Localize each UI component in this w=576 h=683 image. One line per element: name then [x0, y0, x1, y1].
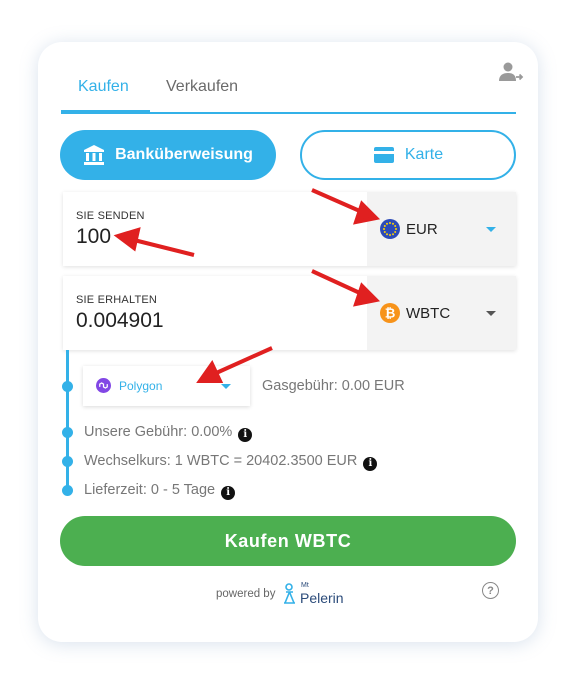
info-icon[interactable]: i — [238, 427, 253, 442]
help-icon[interactable]: ? — [482, 582, 499, 599]
receive-currency-code: WBTC — [406, 304, 451, 322]
send-currency-code: EUR — [406, 220, 438, 238]
rate-row: Wechselkurs: 1 WBTC = 20402.3500 EUR i — [84, 453, 378, 471]
logo-name-text: Pelerin — [300, 590, 344, 606]
timeline-dot — [62, 381, 73, 392]
chevron-down-icon — [486, 310, 496, 316]
timeline-dot — [62, 485, 73, 496]
timeline-line — [66, 350, 69, 492]
tab-sell[interactable]: Verkaufen — [166, 78, 238, 96]
info-icon[interactable]: i — [363, 456, 378, 471]
eur-flag-icon — [380, 219, 400, 239]
send-amount-field: SIE SENDEN 100 EUR — [63, 192, 516, 266]
fee-text: Unsere Gebühr: 0.00% — [84, 424, 233, 440]
chevron-down-icon — [486, 226, 496, 232]
info-icon[interactable]: i — [221, 485, 236, 500]
receive-label: SIE ERHALTEN — [76, 294, 158, 306]
bitcoin-symbol: ₿ — [385, 307, 396, 322]
network-select[interactable]: Polygon — [83, 366, 250, 406]
powered-by-text: powered by — [216, 588, 276, 600]
network-label: Polygon — [119, 379, 163, 393]
delivery-text: Lieferzeit: 0 - 5 Tage — [84, 482, 216, 498]
receive-currency-select[interactable]: ₿ WBTC — [367, 276, 516, 350]
fee-row: Unsere Gebühr: 0.00% i — [84, 424, 253, 442]
delivery-row: Lieferzeit: 0 - 5 Tage i — [84, 482, 236, 500]
timeline-dot — [62, 456, 73, 467]
send-amount-input[interactable]: 100 — [76, 225, 111, 249]
bank-icon — [84, 145, 105, 165]
rate-text: Wechselkurs: 1 WBTC = 20402.3500 EUR — [84, 453, 358, 469]
buy-button[interactable]: Kaufen WBTC — [60, 516, 516, 566]
receive-amount-value: 0.004901 — [76, 309, 164, 332]
timeline-dot — [62, 427, 73, 438]
active-tab-indicator — [61, 110, 150, 114]
polygon-icon — [96, 378, 111, 393]
credit-card-icon — [373, 147, 394, 163]
mt-pelerin-logo-icon[interactable] — [283, 583, 300, 605]
bank-transfer-button[interactable]: Banküberweisung — [60, 130, 276, 180]
chevron-down-icon — [221, 384, 231, 389]
receive-amount-field: SIE ERHALTEN 0.004901 ₿ WBTC — [63, 276, 516, 350]
logo-small-text: Mt — [301, 582, 309, 589]
buy-sell-tabs: Kaufen Verkaufen — [61, 70, 516, 114]
send-currency-select[interactable]: EUR — [367, 192, 516, 266]
tab-buy[interactable]: Kaufen — [78, 78, 129, 96]
send-label: SIE SENDEN — [76, 210, 145, 222]
card-payment-button[interactable]: Karte — [300, 130, 516, 180]
gas-fee-text: Gasgebühr: 0.00 EUR — [262, 378, 405, 394]
bitcoin-icon: ₿ — [380, 303, 400, 323]
bank-transfer-label: Banküberweisung — [115, 146, 253, 163]
card-payment-label: Karte — [404, 146, 444, 163]
